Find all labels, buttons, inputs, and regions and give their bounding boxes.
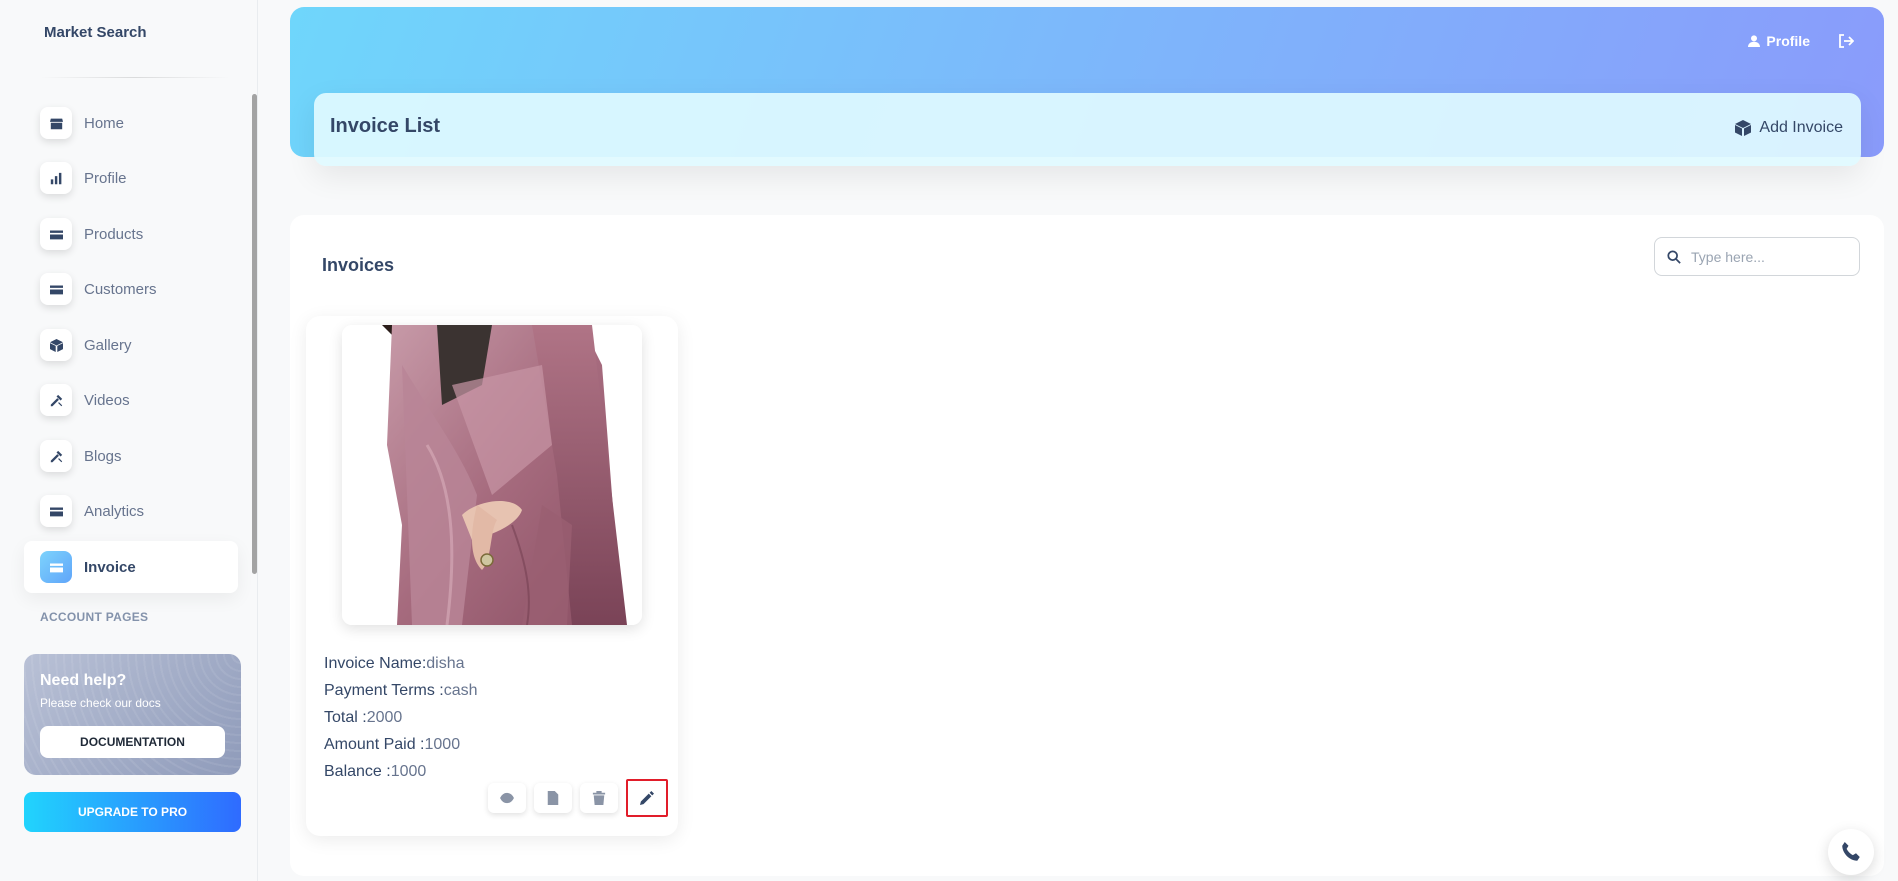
help-subtitle: Please check our docs	[40, 696, 161, 710]
amount-paid-label: Amount Paid :	[324, 736, 425, 753]
page-title: Invoice List	[330, 115, 441, 137]
sidebar: Market Search Home Profile Products Cust…	[0, 0, 258, 881]
sidebar-item-label: Home	[84, 114, 125, 132]
total-label: Total :	[324, 709, 367, 726]
invoice-name-value: disha	[426, 655, 465, 672]
view-button[interactable]	[488, 783, 526, 813]
amount-paid-row: Amount Paid :1000	[324, 731, 478, 758]
store-icon	[40, 107, 72, 139]
search-icon	[1667, 249, 1681, 264]
file-download-icon	[547, 791, 559, 805]
invoice-image	[342, 325, 642, 625]
sidebar-item-products[interactable]: Products	[24, 208, 238, 260]
logout-icon[interactable]	[1838, 33, 1855, 49]
balance-row: Balance :1000	[324, 758, 478, 785]
brand-title[interactable]: Market Search	[44, 24, 147, 41]
edit-button[interactable]	[626, 779, 668, 817]
documentation-button[interactable]: DOCUMENTATION	[40, 726, 225, 758]
search-box	[1654, 237, 1860, 276]
sidebar-item-home[interactable]: Home	[24, 97, 238, 149]
help-title: Need help?	[40, 672, 127, 689]
sidebar-item-label: Analytics	[84, 502, 145, 520]
sidebar-item-label: Blogs	[84, 447, 122, 465]
sidebar-item-label: Profile	[84, 169, 127, 187]
total-row: Total :2000	[324, 704, 478, 731]
payment-terms-value: cash	[443, 682, 478, 699]
credit-card-icon	[40, 273, 72, 305]
payment-terms-row: Payment Terms :cash	[324, 677, 478, 704]
trash-icon	[592, 791, 606, 805]
amount-paid-value: 1000	[424, 736, 461, 753]
sidebar-item-videos[interactable]: Videos	[24, 374, 238, 426]
sidebar-item-profile[interactable]: Profile	[24, 152, 238, 204]
total-value: 2000	[366, 709, 403, 726]
account-pages-heading: ACCOUNT PAGES	[40, 610, 149, 624]
sidebar-item-blogs[interactable]: Blogs	[24, 430, 238, 482]
title-bar: Invoice List Add Invoice	[314, 93, 1861, 166]
credit-card-icon	[40, 495, 72, 527]
credit-card-icon	[40, 551, 72, 583]
add-invoice-label: Add Invoice	[1759, 119, 1843, 136]
upgrade-to-pro-button[interactable]: UPGRADE TO PRO	[24, 792, 241, 832]
credit-card-icon	[40, 218, 72, 250]
invoice-name-label: Invoice Name:	[324, 655, 427, 672]
sidebar-item-invoice[interactable]: Invoice	[24, 541, 238, 593]
tools-icon	[40, 384, 72, 416]
sidebar-item-customers[interactable]: Customers	[24, 263, 238, 315]
add-invoice-button[interactable]: Add Invoice	[1735, 119, 1843, 137]
invoices-heading: Invoices	[322, 255, 395, 275]
brand-divider	[40, 77, 230, 78]
phone-call-button[interactable]	[1828, 829, 1874, 875]
payment-terms-label: Payment Terms :	[324, 682, 444, 699]
phone-icon	[1842, 842, 1860, 861]
delete-button[interactable]	[580, 783, 618, 813]
invoice-card: Invoice Name:disha Payment Terms :cash T…	[306, 316, 678, 836]
balance-value: 1000	[390, 763, 427, 780]
user-icon	[1748, 35, 1761, 47]
invoice-details: Invoice Name:disha Payment Terms :cash T…	[324, 650, 478, 785]
profile-link[interactable]: Profile	[1748, 33, 1810, 49]
box-icon	[40, 329, 72, 361]
sidebar-scrollbar[interactable]	[252, 94, 257, 574]
eye-icon	[500, 792, 514, 804]
tools-icon	[40, 440, 72, 472]
help-card: Need help? Please check our docs DOCUMEN…	[24, 654, 241, 775]
sidebar-item-gallery[interactable]: Gallery	[24, 319, 238, 371]
search-input[interactable]	[1691, 248, 1841, 265]
sidebar-item-label: Invoice	[84, 558, 136, 576]
balance-label: Balance :	[324, 763, 391, 780]
sidebar-item-label: Customers	[84, 280, 157, 298]
sidebar-item-label: Videos	[84, 391, 130, 409]
invoice-name-row: Invoice Name:disha	[324, 650, 478, 677]
sidebar-item-label: Products	[84, 225, 144, 243]
sidebar-item-label: Gallery	[84, 336, 132, 354]
invoice-actions	[488, 779, 668, 817]
profile-link-label: Profile	[1766, 33, 1810, 49]
box-icon	[1735, 120, 1752, 136]
chart-bar-icon	[40, 162, 72, 194]
download-button[interactable]	[534, 783, 572, 813]
pencil-icon	[640, 791, 654, 805]
invoices-card: Invoices Type here... Invoice Name:disha…	[290, 215, 1884, 876]
sidebar-item-analytics[interactable]: Analytics	[24, 485, 238, 537]
